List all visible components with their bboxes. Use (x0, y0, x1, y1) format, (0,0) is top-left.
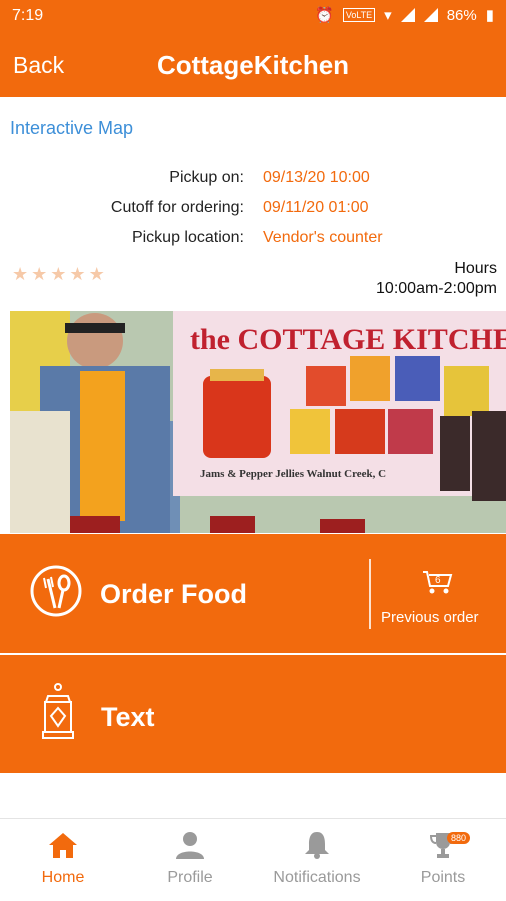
hours-value: 10:00am-2:00pm (376, 280, 497, 297)
points-badge: 880 (447, 832, 471, 844)
status-icons: ⏰ VoLTE ▾ 86% ▮ (315, 6, 494, 25)
nav-notifications[interactable]: Notifications (254, 819, 380, 901)
nav-points[interactable]: 880 Points (380, 819, 506, 901)
text-panel[interactable]: Text (0, 655, 506, 773)
nav-profile[interactable]: Profile (127, 819, 253, 901)
star-icon[interactable]: ★ (50, 264, 66, 285)
page-title: CottageKitchen (156, 50, 350, 80)
vendor-photo: the COTTAGE KITCHEN Jams & Pepper Jellie… (10, 311, 506, 533)
hours-label: Hours (454, 260, 497, 277)
signal-icon-2 (423, 8, 438, 22)
cutoff-label: Cutoff for ordering: (110, 199, 244, 216)
wifi-icon: ▾ (384, 7, 392, 24)
pickup-location-label: Pickup location: (131, 229, 244, 246)
battery-level: 86% (446, 6, 477, 24)
pickup-location-value: Vendor's counter (263, 229, 383, 246)
status-bar: 7:19 ⏰ VoLTE ▾ 86% ▮ (0, 0, 506, 34)
order-food-panel[interactable]: Order Food 6 Previous order (0, 534, 506, 653)
star-icon[interactable]: ★ (12, 264, 28, 285)
status-time: 7:19 (12, 7, 44, 24)
vendor-photo-illustration: the COTTAGE KITCHEN Jams & Pepper Jellie… (10, 311, 506, 533)
hours-block: Hours 10:00am-2:00pm (376, 259, 497, 299)
volte-icon: VoLTE (342, 8, 376, 22)
pickup-date-label: Pickup on: (169, 169, 244, 186)
banner-text: the COTTAGE KITCHEN (190, 323, 506, 356)
star-icon[interactable]: ★ (89, 264, 105, 285)
pickup-date-value: 09/13/20 10:00 (263, 169, 370, 186)
previous-order-button[interactable]: 6 Previous order (371, 534, 506, 653)
text-label: Text (101, 702, 155, 732)
cart-count: 6 (435, 575, 441, 586)
cutoff-value: 09/11/20 01:00 (263, 199, 369, 216)
pickup-location-row: Pickup location: Vendor's counter (0, 229, 506, 253)
back-button[interactable]: Back (13, 52, 64, 79)
bell-icon (305, 832, 329, 859)
nav-home[interactable]: Home (0, 819, 126, 901)
fork-spoon-icon (30, 565, 82, 617)
banner-caption: Jams & Pepper Jellies Walnut Creek, C (200, 468, 386, 480)
battery-icon: ▮ (485, 7, 494, 24)
cutoff-row: Cutoff for ordering: 09/11/20 01:00 (0, 199, 506, 223)
bottom-navigation: Home Profile Notifications 880 Points (0, 818, 506, 901)
profile-icon (176, 832, 204, 859)
nav-home-label: Home (41, 869, 85, 886)
rating-stars[interactable]: ★ ★ ★ ★ ★ (12, 264, 105, 285)
nav-profile-label: Profile (167, 869, 213, 886)
pickup-date-row: Pickup on: 09/13/20 10:00 (0, 169, 506, 193)
previous-order-label: Previous order (381, 609, 479, 626)
star-icon[interactable]: ★ (69, 264, 85, 285)
app-header-bar: 7:19 ⏰ VoLTE ▾ 86% ▮ Back CottageKitchen (0, 0, 506, 97)
order-food-label: Order Food (100, 579, 247, 609)
cart-icon: 6 (423, 571, 453, 594)
star-icon[interactable]: ★ (31, 264, 47, 285)
nav-points-label: Points (420, 869, 466, 886)
signal-icon (400, 8, 415, 22)
alarm-icon: ⏰ (315, 7, 334, 24)
nav-notifications-label: Notifications (273, 869, 361, 886)
navigation-header: Back CottageKitchen (0, 34, 506, 97)
home-icon (49, 833, 77, 858)
interactive-map-link[interactable]: Interactive Map (10, 118, 133, 139)
lantern-icon (42, 683, 74, 739)
